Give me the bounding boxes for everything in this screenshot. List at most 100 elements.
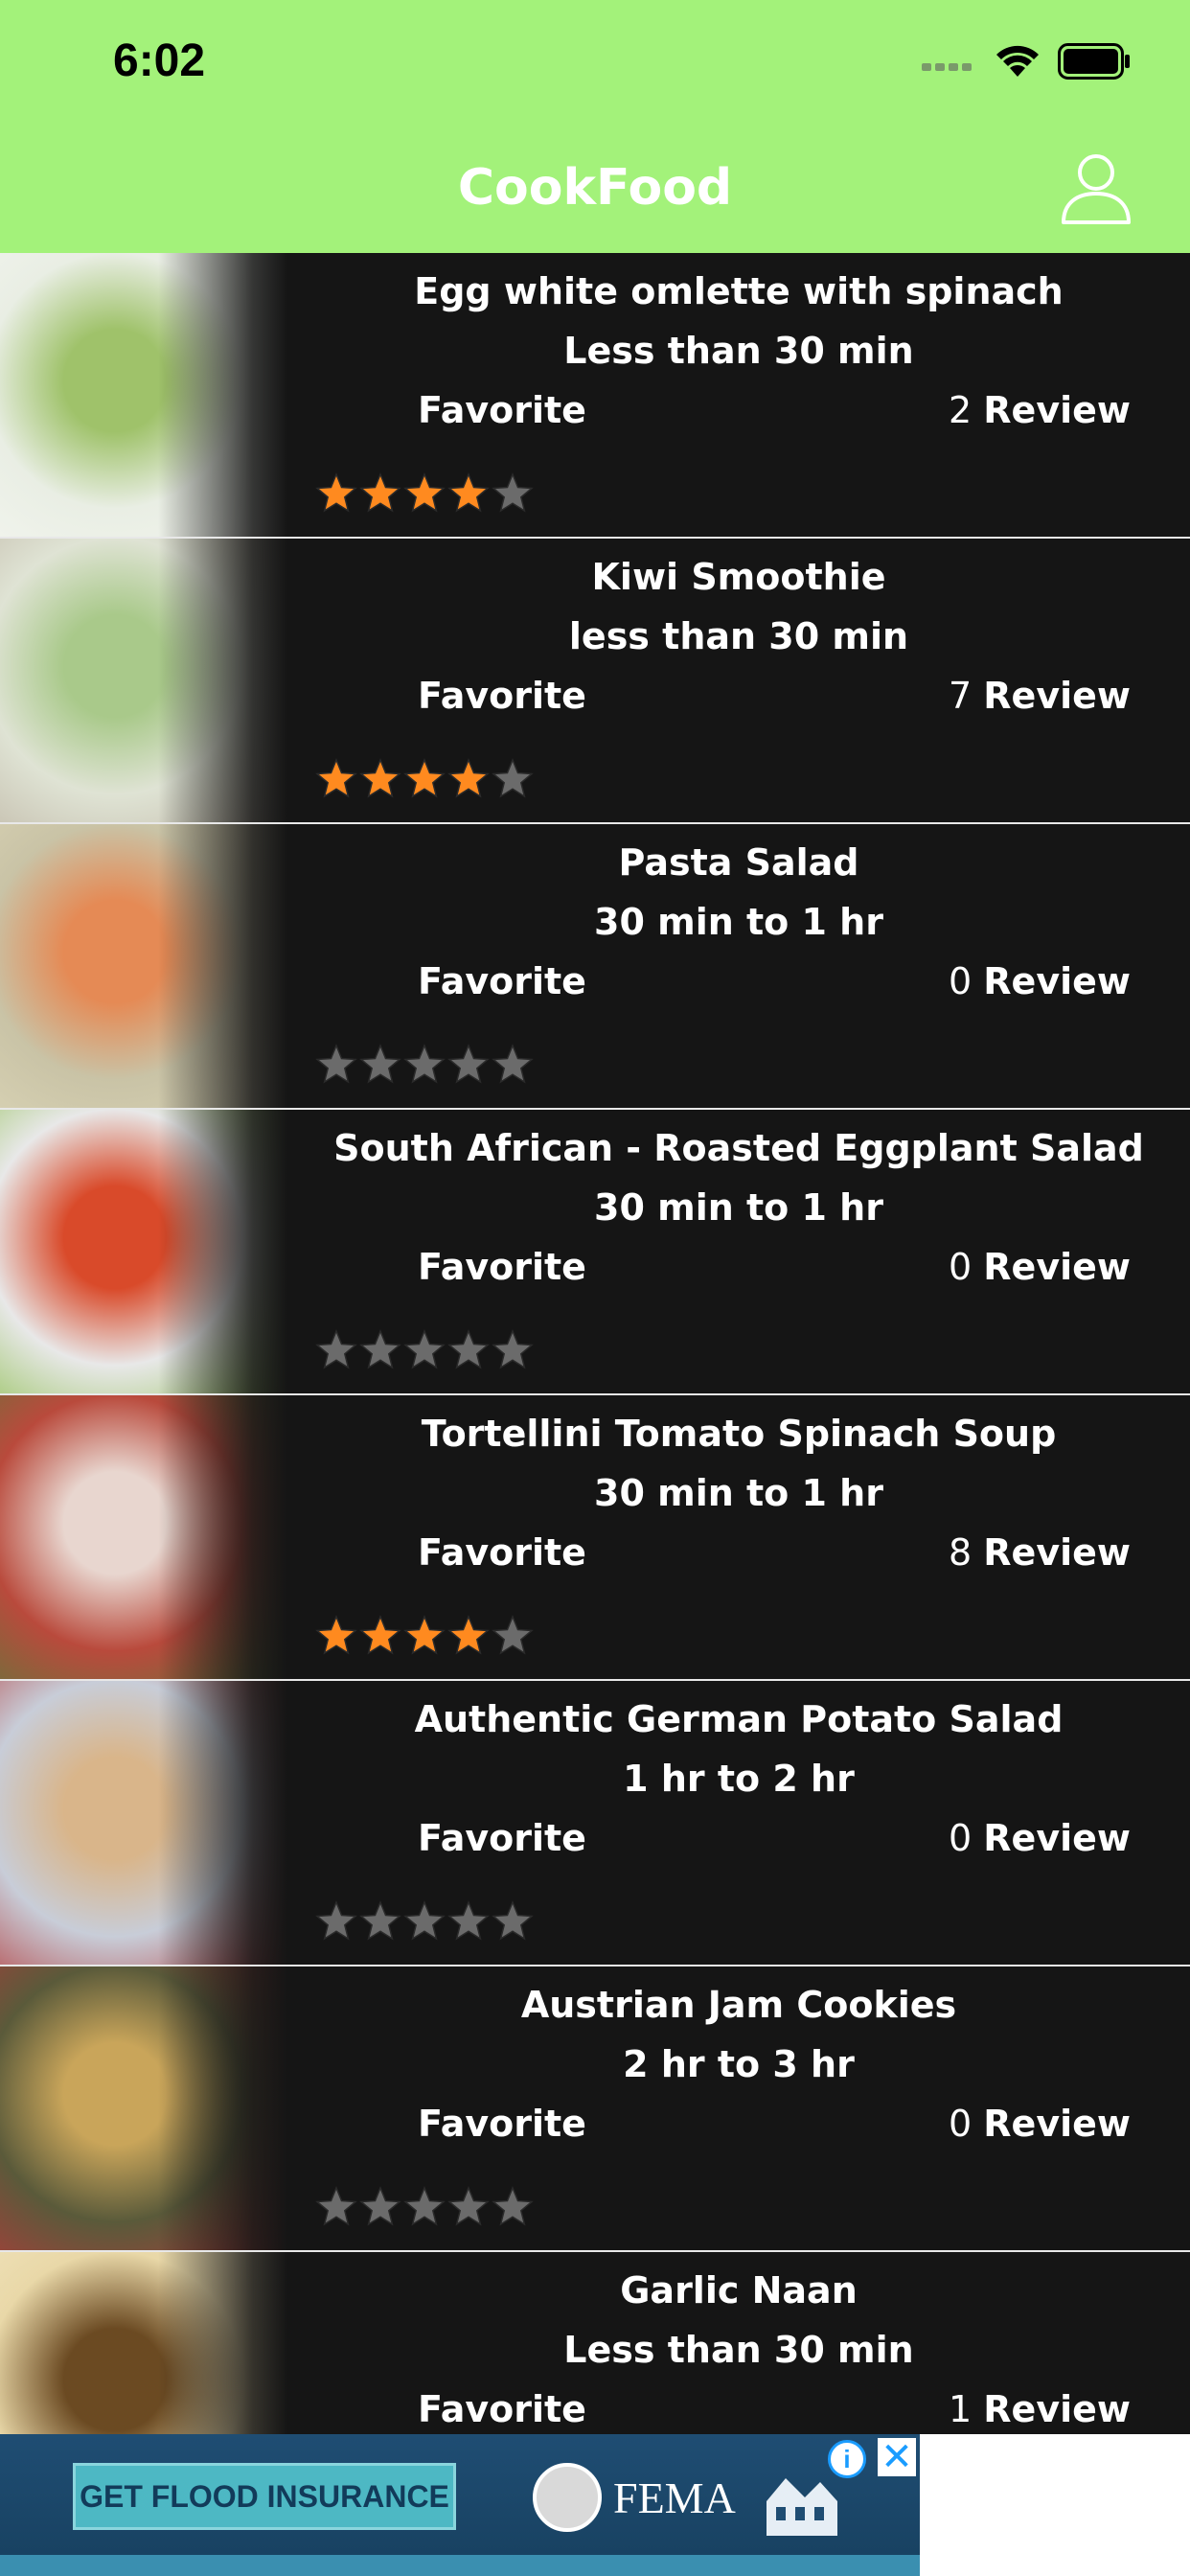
recipe-list[interactable]: Egg white omlette with spinach Less than… [0, 253, 1190, 2434]
star-empty-icon [492, 758, 534, 798]
review-count: 7 [949, 675, 973, 717]
star-empty-icon [315, 2186, 357, 2226]
thumbnail-fade [0, 1110, 287, 1393]
star-empty-icon [403, 1900, 446, 1941]
star-filled-icon [403, 472, 446, 513]
star-empty-icon [359, 1329, 401, 1369]
recipe-row[interactable]: Pasta Salad 30 min to 1 hr Favorite 0 Re… [0, 824, 1190, 1110]
recipe-thumbnail [0, 1681, 287, 1965]
review-link[interactable]: 1 Review [949, 2388, 1131, 2430]
review-link[interactable]: 7 Review [949, 675, 1131, 717]
recipe-time: Less than 30 min [563, 2329, 914, 2371]
favorite-button[interactable]: Favorite [418, 2388, 586, 2430]
star-empty-icon [315, 1044, 357, 1084]
recipe-title: Garlic Naan [620, 2269, 858, 2312]
recipe-title: Austrian Jam Cookies [520, 1984, 957, 2026]
ad-creative[interactable]: GET FLOOD INSURANCE FEMA i ✕ [0, 2434, 920, 2576]
favorite-button[interactable]: Favorite [418, 389, 586, 431]
favorite-button[interactable]: Favorite [418, 2103, 586, 2145]
star-empty-icon [492, 2186, 534, 2226]
review-label: Review [983, 2103, 1131, 2145]
star-empty-icon [359, 1044, 401, 1084]
review-count: 1 [949, 2388, 973, 2430]
recipe-thumbnail [0, 539, 287, 822]
review-link[interactable]: 0 Review [949, 2103, 1131, 2145]
recipe-row[interactable]: Austrian Jam Cookies 2 hr to 3 hr Favori… [0, 1966, 1190, 2252]
recipe-thumbnail [0, 1966, 287, 2250]
review-link[interactable]: 2 Review [949, 389, 1131, 431]
recipe-time: Less than 30 min [563, 330, 914, 372]
status-time: 6:02 [113, 35, 206, 86]
ad-wave [0, 2555, 920, 2576]
review-link[interactable]: 0 Review [949, 960, 1131, 1002]
review-link[interactable]: 0 Review [949, 1246, 1131, 1288]
recipe-row[interactable]: Egg white omlette with spinach Less than… [0, 253, 1190, 539]
recipe-title: Authentic German Potato Salad [414, 1698, 1064, 1740]
favorite-button[interactable]: Favorite [418, 675, 586, 717]
star-empty-icon [403, 2186, 446, 2226]
star-empty-icon [359, 1900, 401, 1941]
star-empty-icon [492, 1900, 534, 1941]
star-filled-icon [315, 758, 357, 798]
wifi-icon [996, 45, 1039, 77]
star-empty-icon [403, 1044, 446, 1084]
recipe-thumbnail [0, 1395, 287, 1679]
recipe-title: Pasta Salad [618, 841, 859, 884]
ad-brand: FEMA [613, 2473, 736, 2522]
signal-icon [922, 63, 972, 71]
thumbnail-fade [0, 1681, 287, 1965]
recipe-time: 30 min to 1 hr [594, 1186, 883, 1229]
recipe-thumbnail [0, 1110, 287, 1393]
review-label: Review [983, 2388, 1131, 2430]
recipe-time: less than 30 min [568, 615, 909, 657]
recipe-time: 30 min to 1 hr [594, 1472, 883, 1514]
app-header: 6:02 CookFood [0, 0, 1190, 253]
thumbnail-fade [0, 2252, 287, 2434]
battery-icon [1058, 43, 1130, 80]
review-link[interactable]: 0 Review [949, 1817, 1131, 1859]
star-filled-icon [447, 472, 490, 513]
recipe-row[interactable]: Kiwi Smoothie less than 30 min Favorite … [0, 539, 1190, 824]
star-filled-icon [447, 758, 490, 798]
star-filled-icon [359, 472, 401, 513]
star-empty-icon [359, 2186, 401, 2226]
star-filled-icon [359, 1615, 401, 1655]
recipe-row[interactable]: Authentic German Potato Salad 1 hr to 2 … [0, 1681, 1190, 1966]
rating-stars [314, 472, 535, 516]
rating-stars [314, 1899, 535, 1944]
rating-stars [314, 757, 535, 801]
recipe-thumbnail [0, 824, 287, 1108]
star-empty-icon [492, 1329, 534, 1369]
ad-close-icon[interactable]: ✕ [878, 2438, 916, 2476]
review-count: 0 [949, 2103, 973, 2145]
star-empty-icon [492, 1615, 534, 1655]
recipe-row[interactable]: Tortellini Tomato Spinach Soup 30 min to… [0, 1395, 1190, 1681]
rating-stars [314, 1043, 535, 1087]
ad-info-icon[interactable]: i [828, 2440, 866, 2478]
review-count: 0 [949, 960, 973, 1002]
review-count: 0 [949, 1817, 973, 1859]
review-label: Review [983, 1531, 1131, 1574]
ad-banner[interactable]: GET FLOOD INSURANCE FEMA i ✕ [0, 2434, 1190, 2576]
review-label: Review [983, 675, 1131, 717]
favorite-button[interactable]: Favorite [418, 1817, 586, 1859]
favorite-button[interactable]: Favorite [418, 960, 586, 1002]
recipe-row[interactable]: South African - Roasted Eggplant Salad 3… [0, 1110, 1190, 1395]
star-empty-icon [447, 1329, 490, 1369]
recipe-row[interactable]: Garlic Naan Less than 30 min Favorite 1 … [0, 2252, 1190, 2434]
recipe-time: 2 hr to 3 hr [623, 2043, 855, 2085]
thumbnail-fade [0, 539, 287, 822]
star-empty-icon [315, 1329, 357, 1369]
star-empty-icon [492, 472, 534, 513]
rating-stars [314, 1328, 535, 1372]
favorite-button[interactable]: Favorite [418, 1531, 586, 1574]
review-count: 2 [949, 389, 973, 431]
review-link[interactable]: 8 Review [949, 1531, 1131, 1574]
ad-cta-button[interactable]: GET FLOOD INSURANCE [73, 2463, 456, 2530]
profile-icon[interactable] [1058, 150, 1134, 226]
review-label: Review [983, 1817, 1131, 1859]
nfip-logo-icon [767, 2478, 837, 2536]
star-filled-icon [403, 1615, 446, 1655]
star-empty-icon [447, 2186, 490, 2226]
favorite-button[interactable]: Favorite [418, 1246, 586, 1288]
